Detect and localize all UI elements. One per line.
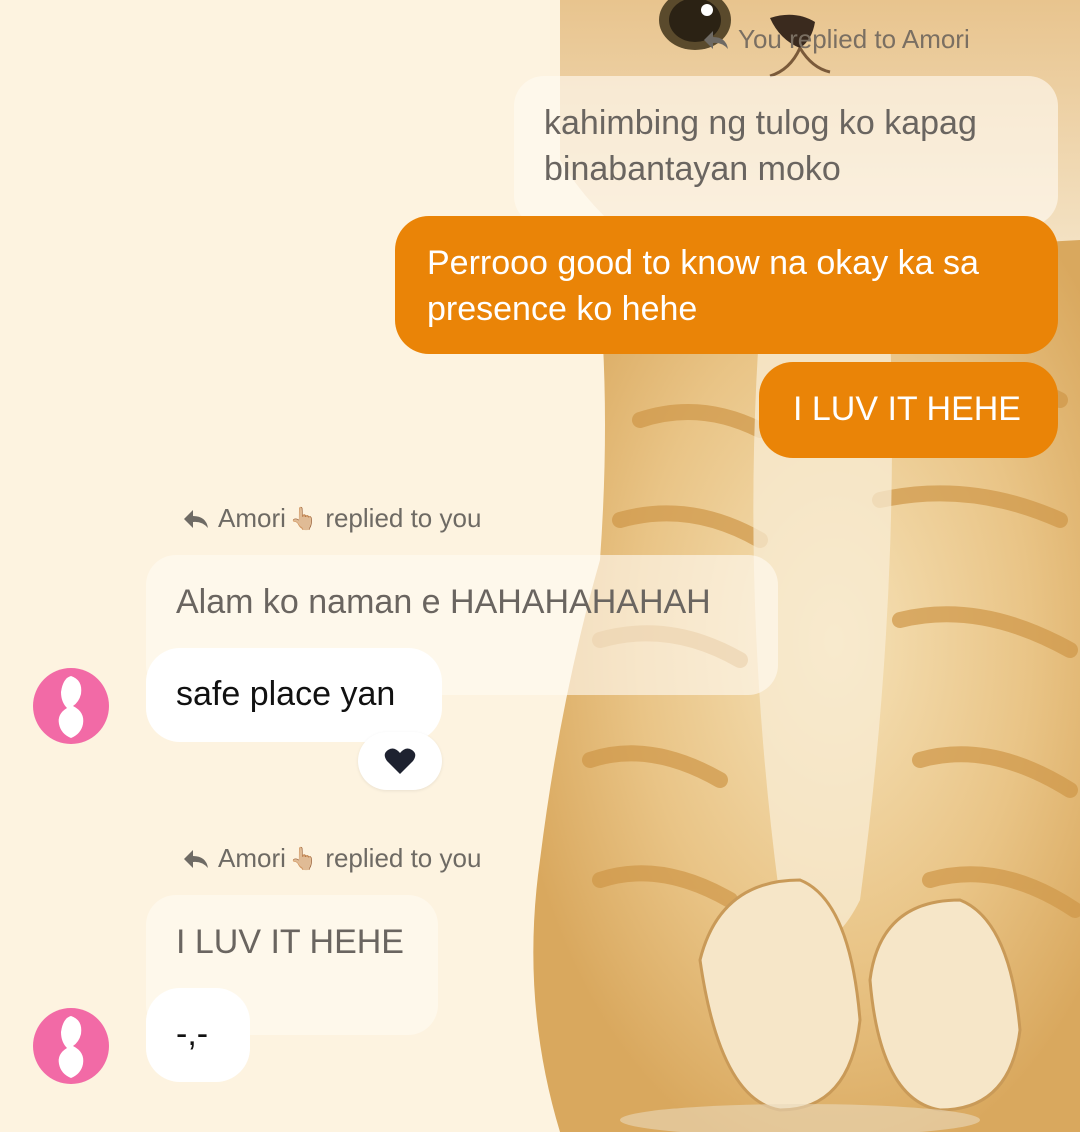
sender-name: Amori — [218, 503, 286, 533]
chat-thread: You replied to Amori kahimbing ng tulog … — [0, 0, 1080, 1132]
avatar-silhouette-icon — [58, 676, 84, 738]
message-text-line: presence ko hehe — [427, 290, 698, 328]
reply-meta-suffix: replied to you — [325, 843, 482, 873]
quoted-text-line: kahimbing ng tulog ko kapag — [544, 104, 977, 142]
incoming-message-bubble[interactable]: safe place yan — [146, 648, 442, 742]
quoted-message: kahimbing ng tulog ko kapag binabantayan… — [514, 76, 1058, 226]
reply-arrow-icon — [704, 30, 728, 49]
reply-arrow-icon — [184, 849, 208, 868]
reply-meta-you: You replied to Amori — [702, 24, 970, 55]
outgoing-message-bubble[interactable]: Perrooo good to know na okay ka sa prese… — [395, 216, 1058, 354]
incoming-message-bubble[interactable]: -,- — [146, 988, 250, 1082]
message-text: I LUV IT HEHE — [793, 390, 1021, 428]
quoted-text: Alam ko naman e HAHAHAHAHAH — [176, 583, 711, 621]
avatar-silhouette-icon — [58, 1016, 84, 1078]
pointing-hand-emoji: 👆🏼 — [289, 505, 318, 531]
pointing-hand-emoji: 👆🏼 — [289, 845, 318, 871]
reply-meta-amori: Amori 👆🏼 replied to you — [182, 503, 481, 534]
message-text: safe place yan — [176, 675, 396, 713]
message-text-line: Perrooo good to know na okay ka sa — [427, 244, 979, 282]
message-text: -,- — [176, 1015, 209, 1053]
black-heart-icon — [384, 748, 416, 774]
outgoing-message-bubble[interactable]: I LUV IT HEHE — [759, 362, 1058, 458]
sender-name: Amori — [218, 843, 286, 873]
quoted-text: I LUV IT HEHE — [176, 923, 404, 961]
reply-meta-amori: Amori 👆🏼 replied to you — [182, 843, 481, 874]
reply-meta-text: You replied to Amori — [738, 24, 970, 54]
avatar[interactable] — [33, 668, 109, 744]
quoted-text-line: binabantayan moko — [544, 150, 841, 188]
avatar[interactable] — [33, 1008, 109, 1084]
reply-meta-suffix: replied to you — [325, 503, 482, 533]
message-reaction[interactable] — [358, 732, 442, 790]
reply-arrow-icon — [184, 509, 208, 528]
